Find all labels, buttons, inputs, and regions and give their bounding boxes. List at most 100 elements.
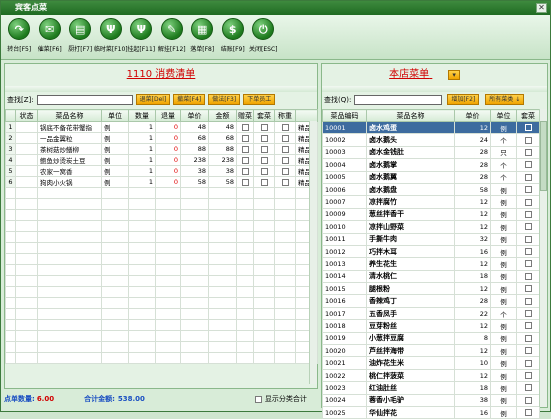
scroll-thumb[interactable] — [540, 121, 547, 191]
weigh-checkbox[interactable] — [281, 178, 289, 186]
all-categories-button[interactable]: 所有菜类 ↓ — [485, 94, 525, 105]
table-row[interactable]: 4 鲍鱼炒烫炭土豆例 1 0 238 238 精品 — [5, 154, 318, 166]
weigh-checkbox[interactable] — [281, 156, 289, 164]
calculator-icon[interactable]: ▦ — [191, 18, 214, 40]
menu-row[interactable]: 10012 巧拌木耳 16 例 — [322, 244, 540, 259]
cutlery-icon[interactable]: Ψ — [130, 18, 153, 40]
gift-checkbox[interactable] — [241, 167, 249, 175]
menu-row[interactable]: 10022 桃仁拌菠菜 12 例 — [322, 368, 540, 383]
method-button[interactable]: 做法[F3] — [208, 94, 241, 105]
menu-row[interactable]: 10023 红油肚丝 18 例 — [322, 381, 540, 395]
weigh-checkbox[interactable] — [281, 134, 289, 142]
gift-checkbox[interactable] — [241, 178, 249, 186]
set-checkbox[interactable] — [524, 322, 532, 330]
column-header[interactable] — [5, 109, 16, 122]
set-checkbox[interactable] — [524, 297, 532, 305]
table-row[interactable]: 6 狗肉小火锅例 1 0 58 58 精品 — [5, 176, 318, 188]
return-dish-button[interactable]: 退菜[Del] — [135, 94, 171, 105]
set-checkbox[interactable] — [260, 167, 268, 175]
add-dish-button[interactable]: 增加[F2] — [447, 94, 480, 105]
menu-row[interactable]: 10019 小葱拌豆腐 8 例 — [322, 331, 540, 346]
set-checkbox[interactable] — [524, 248, 532, 256]
menu-row[interactable]: 10015 腿根粉 12 例 — [322, 282, 540, 296]
power-icon[interactable]: ⏻ — [252, 18, 275, 40]
right-search-input[interactable] — [354, 94, 443, 105]
set-checkbox[interactable] — [524, 223, 532, 231]
table-row[interactable]: 1 锅底不备花带蟹指例 1 0 48 48 精品 — [5, 121, 318, 133]
menu-row[interactable]: 10014 清水桃仁 18 例 — [322, 269, 540, 284]
gift-checkbox[interactable] — [241, 134, 249, 142]
set-checkbox[interactable] — [524, 334, 532, 342]
set-checkbox[interactable] — [524, 359, 532, 367]
gift-checkbox[interactable] — [241, 156, 249, 164]
show-category-checkbox[interactable] — [254, 395, 262, 403]
menu-row[interactable]: 10011 手撕牛肉 32 例 — [322, 232, 540, 246]
chat-icon[interactable]: ✉ — [38, 18, 61, 40]
weigh-checkbox[interactable] — [281, 167, 289, 175]
column-header[interactable]: 单价 — [454, 109, 491, 122]
menu-row[interactable]: 10021 油炸花生米 10 例 — [322, 356, 540, 370]
weigh-checkbox[interactable] — [281, 123, 289, 131]
column-header[interactable]: 单位 — [490, 109, 517, 122]
set-checkbox[interactable] — [524, 347, 532, 355]
menu-row[interactable]: 10003 卤水金钱肚 28 只 — [322, 145, 540, 160]
dollar-icon[interactable]: $ — [221, 18, 244, 40]
menu-row[interactable]: 10016 香辣鸡丁 28 例 — [322, 294, 540, 308]
menu-row[interactable]: 10018 豆芽粉丝 12 例 — [322, 319, 540, 333]
set-checkbox[interactable] — [260, 156, 268, 164]
set-checkbox[interactable] — [524, 124, 532, 132]
right-scrollbar[interactable] — [539, 109, 547, 407]
table-row[interactable]: 3 茶树菇炒鳝柳例 1 0 88 88 精品 — [5, 143, 318, 155]
set-checkbox[interactable] — [524, 173, 532, 181]
order-staff-button[interactable]: 下单员工 — [243, 94, 276, 105]
set-checkbox[interactable] — [524, 396, 532, 404]
set-checkbox[interactable] — [524, 310, 532, 318]
withdraw-dish-button[interactable]: 撤菜[F4] — [173, 94, 206, 105]
set-checkbox[interactable] — [524, 148, 532, 156]
menu-row[interactable]: 10025 华仙拌花 16 例 — [322, 405, 540, 419]
set-checkbox[interactable] — [260, 134, 268, 142]
column-header[interactable]: 套菜 — [253, 109, 275, 122]
column-header[interactable]: 金额 — [208, 109, 237, 122]
menu-row[interactable]: 10007 凉拌腐竹 12 例 — [322, 195, 540, 209]
set-checkbox[interactable] — [524, 409, 532, 417]
menu-row[interactable]: 10010 凉拌山野菜 12 例 — [322, 220, 540, 234]
column-header[interactable]: 退量 — [155, 109, 181, 122]
set-checkbox[interactable] — [524, 235, 532, 243]
gift-checkbox[interactable] — [241, 123, 249, 131]
column-header[interactable]: 菜品编码 — [322, 109, 367, 122]
set-checkbox[interactable] — [524, 285, 532, 293]
set-checkbox[interactable] — [524, 210, 532, 218]
set-checkbox[interactable] — [524, 136, 532, 144]
column-header[interactable]: 套菜 — [516, 109, 540, 122]
column-header[interactable]: 状态 — [15, 109, 38, 122]
menu-dropdown-icon[interactable]: ▾ — [448, 70, 460, 80]
column-header[interactable] — [295, 109, 318, 122]
table-row[interactable]: 2 一品金翼粒例 1 0 68 68 精品 — [5, 132, 318, 144]
set-checkbox[interactable] — [524, 272, 532, 280]
set-checkbox[interactable] — [260, 178, 268, 186]
column-header[interactable]: 赠菜 — [236, 109, 254, 122]
set-checkbox[interactable] — [524, 186, 532, 194]
menu-row[interactable]: 10002 卤水鹅头 24 个 — [322, 133, 540, 147]
table-row[interactable]: 5 农家一窝香例 1 0 38 38 精品 — [5, 165, 318, 177]
left-search-input[interactable] — [36, 94, 133, 105]
toolbar-button-8[interactable]: ⏻ 关闭[ESC] — [248, 18, 279, 59]
set-checkbox[interactable] — [524, 260, 532, 268]
menu-row[interactable]: 10024 蓉香小毛驴 38 例 — [322, 393, 540, 408]
set-checkbox[interactable] — [524, 384, 532, 392]
set-checkbox[interactable] — [524, 372, 532, 379]
gift-checkbox[interactable] — [241, 145, 249, 153]
menu-row[interactable]: 10013 养生花生 12 例 — [322, 257, 540, 271]
print-icon[interactable]: ▤ — [69, 18, 92, 40]
cutlery-icon[interactable]: Ψ — [99, 18, 122, 40]
menu-row[interactable]: 10005 卤水鹅翼 28 个 — [322, 170, 540, 184]
menu-row[interactable]: 10020 芦丝拌海带 12 例 — [322, 344, 540, 358]
column-header[interactable]: 菜品名称 — [37, 109, 102, 122]
menu-row[interactable]: 10004 卤水鹅掌 28 个 — [322, 158, 540, 172]
set-checkbox[interactable] — [260, 145, 268, 153]
column-header[interactable]: 称重 — [274, 109, 296, 122]
left-scrollbar[interactable] — [309, 121, 317, 384]
column-header[interactable]: 数量 — [128, 109, 156, 122]
pencil-icon[interactable]: ✎ — [160, 18, 183, 40]
